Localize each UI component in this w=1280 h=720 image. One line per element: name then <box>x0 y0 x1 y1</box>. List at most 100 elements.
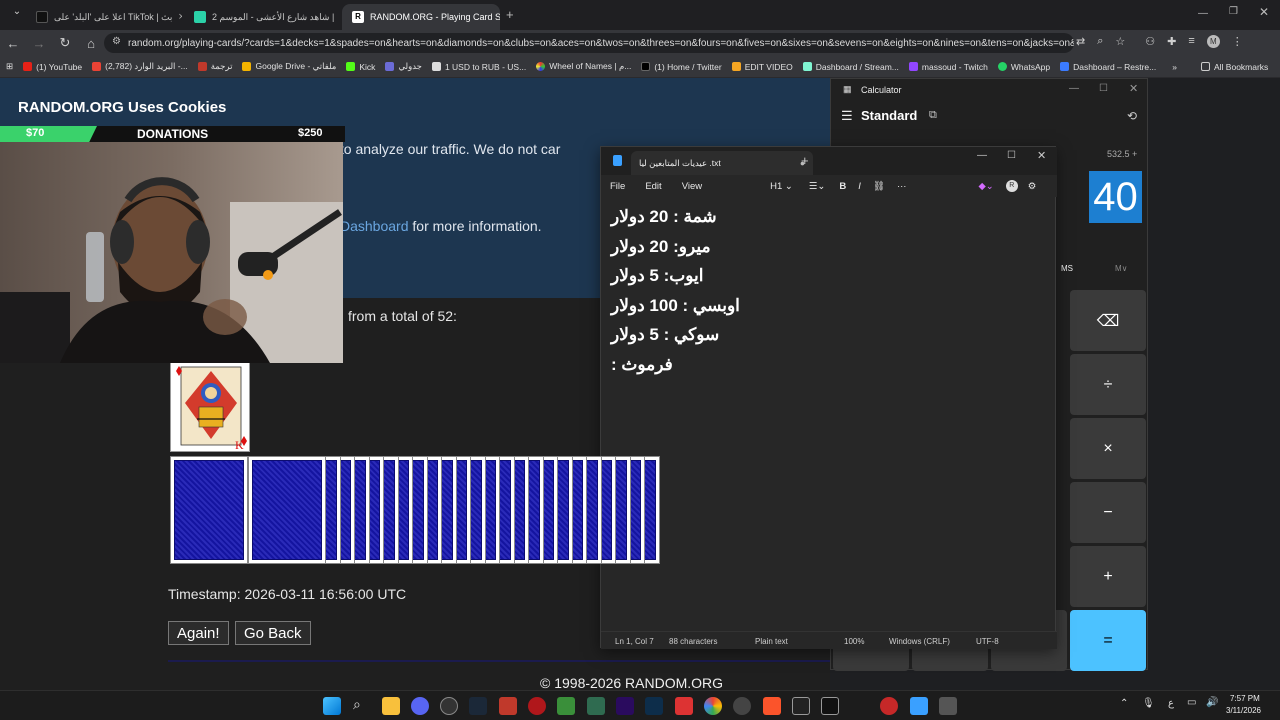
np-close-button[interactable]: ✕ <box>1037 149 1046 162</box>
apps-grid-icon[interactable]: ⊞ <box>0 61 18 72</box>
new-tab-button[interactable]: + <box>801 153 809 168</box>
notepad-text-area[interactable]: شمة : 20 دولار ميرو: 20 دولار ايوب: 5 دو… <box>611 202 1047 632</box>
forward-arrow-icon[interactable]: → <box>26 36 52 51</box>
star-icon[interactable]: ☆ <box>1115 35 1125 48</box>
notepad-taskbar-icon[interactable] <box>910 697 928 715</box>
all-bookmarks[interactable]: All Bookmarks <box>1196 62 1273 72</box>
tab-random-org[interactable]: R RANDOM.ORG - Playing Card S × <box>342 4 500 30</box>
menu-view[interactable]: View <box>682 181 702 192</box>
app-icon[interactable] <box>499 697 517 715</box>
history-icon[interactable]: ⟲ <box>1127 109 1137 123</box>
calc-maximize-button[interactable]: ☐ <box>1099 83 1108 94</box>
zoom-icon[interactable]: ⌕ <box>1097 35 1103 48</box>
bookmarks-overflow-icon[interactable]: » <box>1167 62 1182 72</box>
translate-icon[interactable]: ⇄ <box>1076 35 1085 48</box>
link-icon[interactable]: ⛓ <box>873 181 885 192</box>
network-icon[interactable]: ▭ <box>1187 697 1196 708</box>
language-indicator[interactable]: ع <box>1168 698 1174 709</box>
back-arrow-icon[interactable]: ← <box>0 36 26 51</box>
app-icon[interactable] <box>880 697 898 715</box>
hamburger-menu-icon[interactable]: ☰ <box>841 108 853 124</box>
maximize-button[interactable]: ❐ <box>1229 6 1238 17</box>
zoom-level[interactable]: 100% <box>844 637 864 646</box>
capcut-icon[interactable] <box>792 697 810 715</box>
account-avatar[interactable]: R <box>1005 180 1018 192</box>
encoding[interactable]: UTF-8 <box>976 637 999 646</box>
discord-icon[interactable] <box>411 697 429 715</box>
close-window-button[interactable]: ✕ <box>1259 5 1269 19</box>
app-icon[interactable] <box>733 697 751 715</box>
bookmark-whatsapp[interactable]: WhatsApp <box>993 62 1055 72</box>
media-player-icon[interactable] <box>440 697 458 715</box>
copilot-icon[interactable]: ◆⌄ <box>978 181 993 192</box>
steam-icon[interactable] <box>469 697 487 715</box>
bookmark-twitch[interactable]: massoud - Twitch <box>904 62 993 72</box>
app-icon[interactable] <box>587 697 605 715</box>
menu-kebab-icon[interactable]: ⋮ <box>1232 35 1243 48</box>
bold-icon[interactable]: B <box>839 181 846 192</box>
clock-date[interactable]: 3/11/2026 <box>1226 706 1261 715</box>
menu-edit[interactable]: Edit <box>645 181 661 192</box>
bookmark-restream[interactable]: Dashboard – Restre... <box>1055 62 1161 72</box>
keep-on-top-icon[interactable]: ⧉ <box>929 109 937 122</box>
np-maximize-button[interactable]: ☐ <box>1007 150 1016 161</box>
memory-store-button[interactable]: MS <box>1061 264 1073 273</box>
app-icon[interactable] <box>821 697 839 715</box>
tab-series[interactable]: شاهد شارع الأعشى - الموسم 2 | × <box>184 4 340 30</box>
divide-button[interactable]: ÷ <box>1070 354 1146 415</box>
bookmark-wheel[interactable]: Wheel of Names | م... <box>531 61 636 72</box>
search-icon[interactable]: ⌕ <box>353 696 361 713</box>
line-ending[interactable]: Windows (CRLF) <box>889 637 950 646</box>
bookmark-gmail[interactable]: (2,782) البريد الوارد -... <box>87 61 193 72</box>
site-info-icon[interactable]: ⚙ <box>112 36 121 47</box>
np-minimize-button[interactable]: — <box>977 150 987 161</box>
equals-button[interactable]: = <box>1070 610 1146 671</box>
app-icon[interactable] <box>675 697 693 715</box>
menu-file[interactable]: File <box>610 181 625 192</box>
bookmark-schedule[interactable]: جدولي <box>380 61 427 72</box>
puzzle-icon[interactable]: ✚ <box>1167 35 1176 48</box>
again-button[interactable]: Again! <box>168 621 229 645</box>
bookmark-translate[interactable]: ترجمة <box>193 61 238 72</box>
list-icon[interactable]: ☰⌄ <box>809 181 825 192</box>
memory-menu-button[interactable]: M∨ <box>1115 264 1128 273</box>
reload-icon[interactable]: ↻ <box>52 35 78 51</box>
go-back-button[interactable]: Go Back <box>235 621 311 645</box>
multiply-button[interactable]: × <box>1070 418 1146 479</box>
calculator-taskbar-icon[interactable] <box>939 697 957 715</box>
bookmark-drive[interactable]: Google Drive - ملفاتي <box>237 61 341 72</box>
bookmark-kick[interactable]: Kick <box>341 62 380 72</box>
bookmark-usd-rub[interactable]: 1 USD to RUB - US... <box>427 62 531 72</box>
bookmark-youtube[interactable]: (1) YouTube <box>18 62 87 72</box>
heading-dropdown[interactable]: H1 ⌄ <box>770 181 793 192</box>
bookmark-twitter[interactable]: (1) Home / Twitter <box>636 62 726 72</box>
microphone-icon[interactable]: 🎙 <box>1142 698 1155 709</box>
settings-gear-icon[interactable]: ⚙ <box>1028 181 1037 192</box>
subtract-button[interactable]: − <box>1070 482 1146 543</box>
format-indicator[interactable]: Plain text <box>755 637 788 646</box>
media-icon[interactable]: ≡ <box>1188 35 1194 48</box>
premiere-icon[interactable] <box>616 697 634 715</box>
bookmark-edit-video[interactable]: EDIT VIDEO <box>727 62 798 72</box>
tray-overflow-icon[interactable]: ⌃ <box>1120 698 1128 709</box>
clock-time[interactable]: 7:57 PM <box>1230 694 1260 703</box>
app-icon[interactable] <box>528 697 546 715</box>
close-icon[interactable]: × <box>178 11 182 23</box>
calc-minimize-button[interactable]: — <box>1069 83 1079 94</box>
calc-close-button[interactable]: ✕ <box>1129 82 1138 95</box>
notepad-tab[interactable]: عيديات المتابعين ليا .txt ● <box>631 151 813 175</box>
home-icon[interactable]: ⌂ <box>78 36 104 51</box>
italic-icon[interactable]: I <box>858 181 861 192</box>
minimize-button[interactable]: — <box>1198 8 1208 19</box>
extension-icon[interactable]: ⚇ <box>1145 35 1155 48</box>
brave-icon[interactable] <box>763 697 781 715</box>
tab-tiktok[interactable]: اعلا على 'البلد' على TikTok | بث × <box>26 4 182 30</box>
backspace-button[interactable]: ⌫ <box>1070 290 1146 351</box>
photoshop-icon[interactable] <box>645 697 663 715</box>
dashboard-link[interactable]: Dashboard <box>340 218 409 234</box>
address-bar[interactable]: ⚙ random.org/playing-cards/?cards=1&deck… <box>104 33 1074 53</box>
app-icon[interactable] <box>557 697 575 715</box>
more-icon[interactable]: ··· <box>897 181 907 192</box>
chrome-icon[interactable] <box>704 697 722 715</box>
file-explorer-icon[interactable] <box>382 697 400 715</box>
